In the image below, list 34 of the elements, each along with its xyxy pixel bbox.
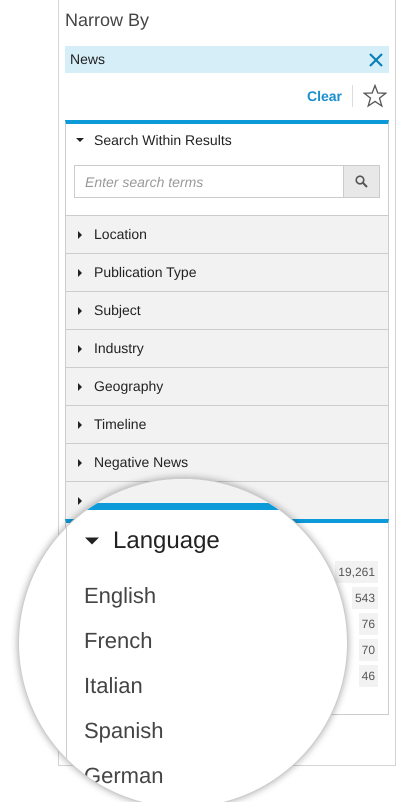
clear-link[interactable]: Clear: [306, 86, 342, 106]
caret-icon: [76, 230, 84, 238]
facet-row[interactable]: Publication Type: [66, 253, 388, 291]
facet-row[interactable]: Negative News: [66, 443, 388, 481]
search-icon: [355, 175, 368, 188]
facet-row[interactable]: Geography: [66, 367, 388, 405]
close-button[interactable]: [368, 52, 384, 68]
caret-icon: [76, 458, 84, 466]
count-badge: 76: [358, 613, 378, 635]
search-field[interactable]: Enter search terms: [74, 165, 344, 198]
count-badge: 70: [358, 639, 378, 661]
language-header[interactable]: Language: [85, 523, 220, 559]
count-badge: 19,261: [335, 561, 378, 583]
language-option[interactable]: Spanish: [84, 708, 164, 753]
section-header[interactable]: Search Within Results: [66, 126, 388, 154]
filter-label: News: [70, 50, 106, 69]
caret-icon: [76, 344, 84, 352]
language-option[interactable]: Italian: [84, 663, 143, 708]
facet-row[interactable]: Subject: [66, 291, 388, 329]
caret-icon: [76, 306, 84, 314]
search-button[interactable]: [344, 165, 380, 198]
language-option[interactable]: English: [84, 573, 156, 618]
caret-icon: [76, 268, 84, 276]
count-badge: 543: [352, 587, 378, 609]
facet-row[interactable]: Timeline: [66, 405, 388, 443]
caret-icon: [76, 420, 84, 428]
caret-icon: [76, 136, 84, 144]
caret-icon: [76, 382, 84, 390]
panel-title: Narrow By: [65, 9, 150, 32]
star-icon[interactable]: [363, 84, 387, 108]
facet-row[interactable]: Industry: [66, 329, 388, 367]
facet-row[interactable]: Location: [66, 215, 388, 253]
count-badge: 46: [358, 665, 378, 687]
language-option[interactable]: French: [84, 618, 152, 663]
